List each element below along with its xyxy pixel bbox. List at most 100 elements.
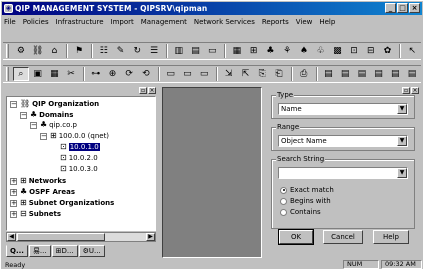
filter-icon[interactable]: ▣ bbox=[30, 67, 46, 81]
app-icon[interactable]: ◈ bbox=[4, 4, 13, 13]
tree-node-domains[interactable]: − ♣ Domains bbox=[20, 111, 73, 119]
view-4-icon[interactable]: ▤ bbox=[371, 67, 387, 81]
menu-help[interactable]: Help bbox=[319, 18, 335, 26]
type-select[interactable]: Name ▼ bbox=[278, 103, 408, 115]
monitor-icon[interactable]: ▭ bbox=[204, 44, 220, 58]
tab-second[interactable]: 易... bbox=[28, 245, 51, 257]
expand-icon[interactable]: + bbox=[10, 210, 17, 218]
chart-icon[interactable]: ▥ bbox=[171, 44, 187, 58]
radio-dot[interactable] bbox=[280, 186, 287, 194]
report-icon[interactable]: ▤ bbox=[188, 44, 204, 58]
range-select[interactable]: Object Name ▼ bbox=[278, 135, 408, 147]
collapse-icon[interactable]: − bbox=[40, 132, 47, 140]
collapse-icon[interactable]: − bbox=[30, 121, 37, 129]
minimize-button[interactable]: _ bbox=[385, 3, 396, 13]
network-tree-icon[interactable]: ⛓ bbox=[30, 44, 46, 58]
print-icon[interactable]: ⎙ bbox=[296, 67, 312, 81]
pane-restore-icon[interactable]: ▫ bbox=[402, 87, 410, 94]
subnet-icon[interactable]: ▦ bbox=[229, 44, 245, 58]
scroll-thumb[interactable] bbox=[17, 233, 105, 241]
paste-icon[interactable]: ⎗ bbox=[271, 67, 287, 81]
router-icon[interactable]: ⊞ bbox=[246, 44, 262, 58]
properties-icon[interactable]: ☷ bbox=[96, 44, 112, 58]
search-string-input[interactable]: ▼ bbox=[278, 167, 408, 179]
window-a-icon[interactable]: ▭ bbox=[163, 67, 179, 81]
maximize-button[interactable]: □ bbox=[397, 3, 408, 13]
tree-node-subnet[interactable]: ⊡ 10.0.3.0 bbox=[60, 165, 98, 174]
view-2-icon[interactable]: ▤ bbox=[337, 67, 353, 81]
tools-icon[interactable]: ✂ bbox=[63, 67, 79, 81]
radio-dot[interactable] bbox=[280, 208, 287, 216]
tree-node-network[interactable]: − ⊞ 100.0.0 (qnet) bbox=[40, 132, 109, 140]
menu-policies[interactable]: Policies bbox=[23, 18, 49, 26]
radio-dot[interactable] bbox=[280, 197, 287, 205]
pane-close-icon[interactable]: × bbox=[411, 87, 419, 94]
refresh-icon[interactable]: ↻ bbox=[129, 44, 145, 58]
menu-view[interactable]: View bbox=[296, 18, 313, 26]
toolbar-grip[interactable] bbox=[6, 44, 9, 58]
close-button[interactable]: × bbox=[409, 3, 420, 13]
view-1-icon[interactable]: ▤ bbox=[321, 67, 337, 81]
tree-icon[interactable]: ♧ bbox=[313, 44, 329, 58]
export-icon[interactable]: ⇲ bbox=[221, 67, 237, 81]
tab-dns[interactable]: ⊞ D... bbox=[51, 245, 78, 257]
tree-node-subnet-orgs[interactable]: + ⊞ Subnet Organizations bbox=[10, 199, 114, 207]
view-6-icon[interactable]: ▤ bbox=[404, 67, 420, 81]
settings-icon[interactable]: ✿ bbox=[380, 44, 396, 58]
import-icon[interactable]: ⇱ bbox=[238, 67, 254, 81]
chevron-down-icon[interactable]: ▼ bbox=[397, 168, 407, 178]
hosts-icon[interactable]: ⚘ bbox=[279, 44, 295, 58]
organization-icon[interactable]: ⚙ bbox=[13, 44, 29, 58]
list-icon[interactable]: ☰ bbox=[146, 44, 162, 58]
tree-horizontal-scrollbar[interactable]: ◀ ▶ bbox=[6, 232, 156, 242]
tree-node-subnet[interactable]: ⊡ 10.0.2.0 bbox=[60, 154, 98, 163]
view-5-icon[interactable]: ▤ bbox=[387, 67, 403, 81]
edit-icon[interactable]: ✎ bbox=[113, 44, 129, 58]
tree-node-root[interactable]: − ⛓ QIP Organization bbox=[10, 100, 99, 108]
globe-icon[interactable]: ⊕ bbox=[105, 67, 121, 81]
tree-node-subnets[interactable]: + ⊟ Subnets bbox=[10, 210, 61, 218]
grid-icon[interactable]: ▦ bbox=[46, 67, 62, 81]
menu-file[interactable]: File bbox=[4, 18, 16, 26]
expand-icon[interactable]: + bbox=[10, 188, 17, 196]
tree-node-ospf[interactable]: + ♣ OSPF Areas bbox=[10, 188, 75, 196]
menu-reports[interactable]: Reports bbox=[262, 18, 289, 26]
menu-infrastructure[interactable]: Infrastructure bbox=[56, 18, 104, 26]
radio-begins-with[interactable]: Begins with bbox=[280, 197, 331, 205]
copy-icon[interactable]: ⎘ bbox=[254, 67, 270, 81]
flag-icon[interactable]: ⚑ bbox=[71, 44, 87, 58]
tree-node-domain[interactable]: − ♣ qip.co.p bbox=[30, 121, 77, 129]
collapse-icon[interactable]: − bbox=[10, 100, 17, 108]
tab-users[interactable]: ⚙ U... bbox=[78, 245, 105, 257]
cancel-button[interactable]: Cancel bbox=[323, 230, 363, 244]
radio-exact-match[interactable]: Exact match bbox=[280, 186, 334, 194]
radio-contains[interactable]: Contains bbox=[280, 208, 321, 216]
node-icon[interactable]: ♠ bbox=[296, 44, 312, 58]
menu-network-services[interactable]: Network Services bbox=[194, 18, 255, 26]
pane-close-icon[interactable]: × bbox=[148, 87, 156, 94]
toolbar-grip[interactable] bbox=[6, 67, 9, 81]
view-3-icon[interactable]: ▤ bbox=[354, 67, 370, 81]
window-b-icon[interactable]: ▭ bbox=[180, 67, 196, 81]
window-c-icon[interactable]: ▭ bbox=[196, 67, 212, 81]
menu-management[interactable]: Management bbox=[141, 18, 187, 26]
chevron-down-icon[interactable]: ▼ bbox=[397, 104, 407, 114]
scroll-right-icon[interactable]: ▶ bbox=[146, 233, 155, 241]
help-button[interactable]: Help bbox=[373, 230, 409, 244]
expand-icon[interactable]: + bbox=[10, 177, 17, 185]
hierarchy-icon[interactable]: ⊶ bbox=[88, 67, 104, 81]
collapse-icon[interactable]: − bbox=[20, 111, 27, 119]
dhcp-icon[interactable]: ⊟ bbox=[363, 44, 379, 58]
pane-restore-icon[interactable]: ▫ bbox=[139, 87, 147, 94]
users-icon[interactable]: ♣ bbox=[263, 44, 279, 58]
tree-node-subnet-selected[interactable]: ⊡ 10.0.1.0 bbox=[60, 143, 100, 151]
title-bar[interactable]: ◈ QIP MANAGEMENT SYSTEM - QIPSRV\qipman … bbox=[2, 2, 422, 15]
help-pointer-icon[interactable]: ↖ bbox=[404, 44, 420, 58]
scroll-left-icon[interactable]: ◀ bbox=[7, 233, 16, 241]
chevron-down-icon[interactable]: ▼ bbox=[397, 136, 407, 146]
tree-node-networks[interactable]: + ⊞ Networks bbox=[10, 177, 66, 185]
zone-icon[interactable]: ▩ bbox=[329, 44, 345, 58]
sync-icon[interactable]: ⟲ bbox=[138, 67, 154, 81]
dns-icon[interactable]: ⊡ bbox=[346, 44, 362, 58]
ok-button[interactable]: OK bbox=[278, 229, 314, 245]
